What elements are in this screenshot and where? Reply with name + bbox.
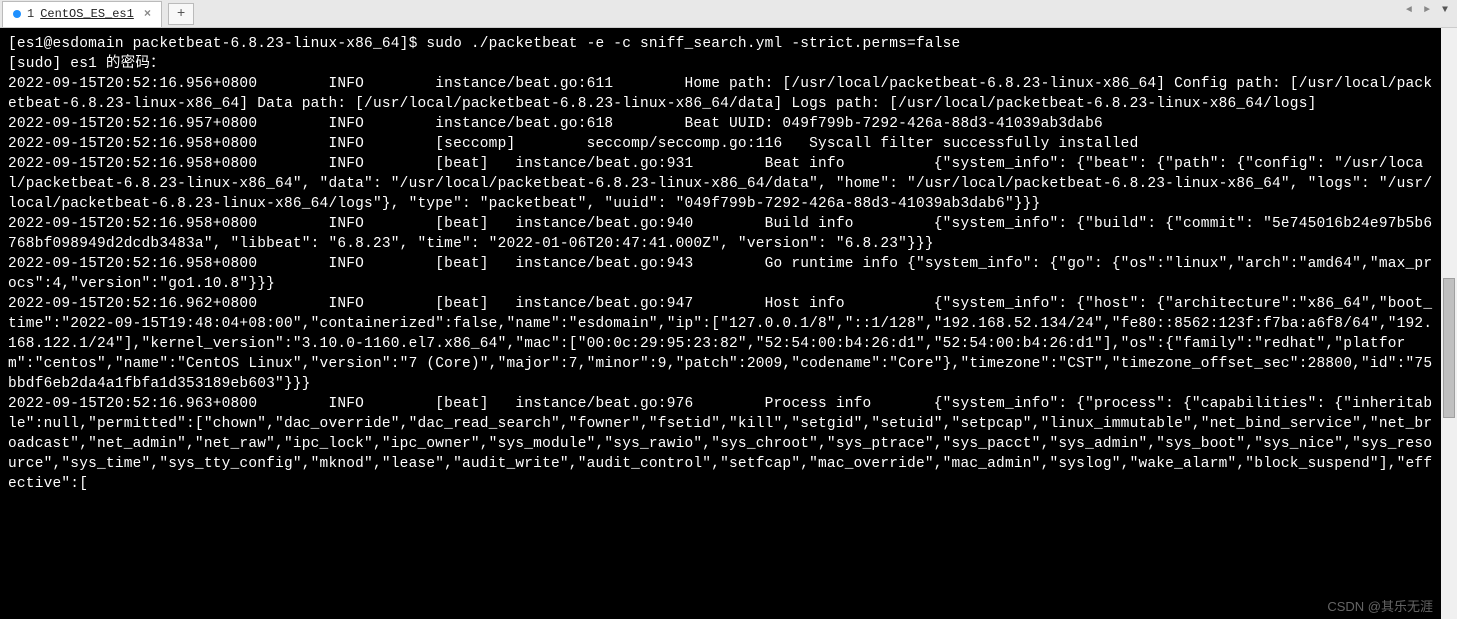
- log-line: 2022-09-15T20:52:16.958+0800 INFO [beat]…: [8, 216, 1432, 252]
- log-line: 2022-09-15T20:52:16.957+0800 INFO instan…: [8, 116, 1103, 132]
- new-tab-button[interactable]: +: [168, 3, 194, 25]
- app-window: 1 CentOS_ES_es1 × + ◄ ► ▼ [es1@esdomain …: [0, 0, 1457, 619]
- status-dot-icon: [13, 10, 21, 18]
- tab-title: CentOS_ES_es1: [40, 7, 134, 21]
- log-line: 2022-09-15T20:52:16.958+0800 INFO [beat]…: [8, 156, 1432, 212]
- nav-left-icon[interactable]: ◄: [1401, 2, 1417, 18]
- log-line: 2022-09-15T20:52:16.958+0800 INFO [beat]…: [8, 256, 1432, 292]
- nav-right-icon[interactable]: ►: [1419, 2, 1435, 18]
- terminal-container: [es1@esdomain packetbeat-6.8.23-linux-x8…: [0, 28, 1457, 619]
- menu-down-icon[interactable]: ▼: [1437, 2, 1453, 18]
- sudo-password-line: [sudo] es1 的密码：: [8, 56, 165, 72]
- log-line: 2022-09-15T20:52:16.963+0800 INFO [beat]…: [8, 396, 1432, 492]
- tab-session-1[interactable]: 1 CentOS_ES_es1 ×: [2, 1, 162, 27]
- tabbar-right-controls: ◄ ► ▼: [1401, 2, 1453, 18]
- log-line: 2022-09-15T20:52:16.962+0800 INFO [beat]…: [8, 296, 1432, 392]
- plus-icon: +: [177, 6, 185, 22]
- tab-bar: 1 CentOS_ES_es1 × + ◄ ► ▼: [0, 0, 1457, 28]
- tab-index: 1: [27, 7, 34, 21]
- vertical-scrollbar[interactable]: [1441, 28, 1457, 619]
- scrollbar-thumb[interactable]: [1443, 278, 1455, 418]
- log-line: 2022-09-15T20:52:16.958+0800 INFO [secco…: [8, 136, 1138, 152]
- log-line: 2022-09-15T20:52:16.956+0800 INFO instan…: [8, 76, 1432, 112]
- terminal-output[interactable]: [es1@esdomain packetbeat-6.8.23-linux-x8…: [0, 28, 1441, 619]
- prompt: [es1@esdomain packetbeat-6.8.23-linux-x8…: [8, 36, 426, 52]
- close-icon[interactable]: ×: [144, 7, 151, 21]
- command: sudo ./packetbeat -e -c sniff_search.yml…: [426, 36, 960, 52]
